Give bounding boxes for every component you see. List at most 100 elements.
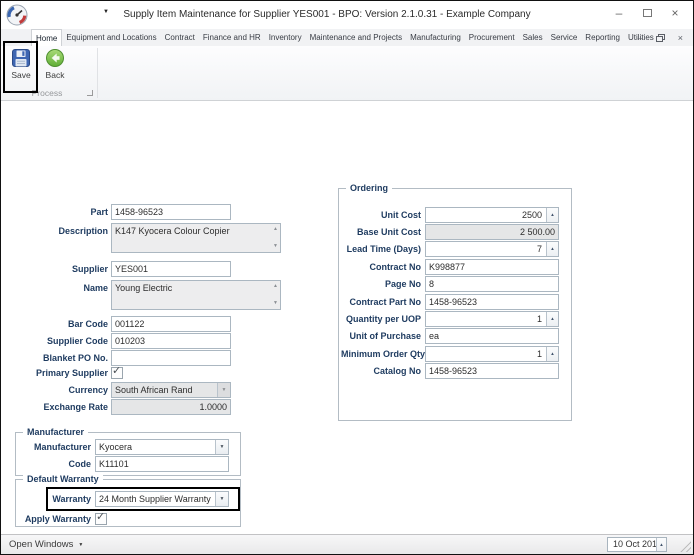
chevron-down-icon[interactable]: ▼ (217, 383, 230, 397)
apply-warranty-label: Apply Warranty (24, 514, 91, 524)
part-label: Part (90, 207, 108, 217)
form-area: Part 1458-96523 Description K147 Kyocera… (1, 101, 693, 534)
unit-of-purchase-label: Unit of Purchase (349, 331, 421, 341)
blanket-po-field[interactable] (111, 350, 231, 366)
back-button-label: Back (45, 70, 65, 80)
description-field[interactable]: K147 Kyocera Colour Copier ▲ ▼ (111, 223, 281, 253)
contract-no-field[interactable]: K998877 (425, 259, 559, 275)
tab-manufacturing[interactable]: Manufacturing (406, 29, 465, 46)
ribbon: Save Back Process (1, 46, 693, 101)
unit-cost-spinner[interactable]: 2500 ▲▼ (425, 207, 559, 223)
exchange-rate-value: 1.0000 (199, 402, 227, 412)
exchange-rate-field[interactable]: 1.0000 (111, 399, 231, 415)
open-windows-button[interactable]: Open Windows ▼ (9, 535, 83, 554)
lead-time-label: Lead Time (Days) (346, 244, 421, 254)
page-no-field[interactable]: 8 (425, 276, 559, 292)
name-field[interactable]: Young Electric ▲ ▼ (111, 280, 281, 310)
minimum-order-qty-label: Minimum Order Qty (341, 349, 426, 359)
chevron-down-icon[interactable]: ▼ (215, 440, 228, 454)
tab-contract[interactable]: Contract (161, 29, 199, 46)
name-value: Young Electric (115, 283, 173, 293)
lead-time-value: 7 (536, 244, 542, 254)
primary-supplier-checkbox[interactable]: ✓ (111, 365, 123, 379)
tab-inventory[interactable]: Inventory (265, 29, 306, 46)
quantity-per-uop-label: Quantity per UOP (345, 314, 421, 324)
quantity-per-uop-spinner[interactable]: 1 ▲▼ (425, 311, 559, 327)
supplier-code-field[interactable]: 010203 (111, 333, 231, 349)
supplier-code-value: 010203 (115, 336, 146, 346)
document-minimize-button[interactable]: – (638, 33, 643, 43)
spinner-buttons[interactable]: ▲▼ (546, 347, 558, 361)
scroll-up-icon[interactable]: ▲ (273, 284, 278, 289)
scroll-up-icon[interactable]: ▲ (273, 227, 278, 232)
tab-sales[interactable]: Sales (519, 29, 547, 46)
primary-supplier-label: Primary Supplier (35, 368, 108, 378)
currency-select[interactable]: South African Rand ▼ (111, 382, 231, 398)
manufacturer-group-title: Manufacturer (23, 426, 89, 439)
date-spinner-buttons[interactable]: ▲▼ (656, 538, 666, 551)
base-unit-cost-field[interactable]: 2 500.00 (425, 224, 559, 240)
process-group-expander[interactable] (87, 90, 93, 96)
tab-service[interactable]: Service (547, 29, 582, 46)
currency-value: South African Rand (115, 385, 193, 395)
save-button-highlight (3, 41, 38, 93)
description-label: Description (58, 226, 108, 236)
tab-procurement[interactable]: Procurement (465, 29, 519, 46)
back-arrow-icon (46, 49, 64, 67)
supplier-label: Supplier (71, 264, 108, 274)
resize-grip[interactable] (680, 541, 691, 552)
contract-part-no-field[interactable]: 1458-96523 (425, 294, 559, 310)
close-button[interactable]: × (661, 3, 689, 23)
back-button[interactable]: Back (39, 48, 71, 92)
maximize-button[interactable] (633, 3, 661, 23)
manufacturer-group: Manufacturer Manufacturer Kyocera ▼ Code… (15, 426, 241, 476)
window-title: Supply Item Maintenance for Supplier YES… (123, 9, 531, 20)
minimize-button[interactable]: – (605, 3, 633, 23)
scroll-down-icon[interactable]: ▼ (273, 301, 278, 306)
description-value: K147 Kyocera Colour Copier (115, 226, 230, 236)
manufacturer-code-field[interactable]: K11101 (95, 456, 229, 472)
status-date-field[interactable]: 10 Oct 2017 ▲▼ (607, 537, 667, 552)
ribbon-group-separator (97, 48, 98, 98)
part-field[interactable]: 1458-96523 (111, 204, 231, 220)
supplier-field[interactable]: YES001 (111, 261, 231, 277)
currency-label: Currency (68, 385, 108, 395)
catalog-no-value: 1458-96523 (429, 366, 478, 376)
apply-warranty-checkbox[interactable]: ✓ (95, 511, 107, 525)
page-no-value: 8 (429, 279, 435, 289)
part-value: 1458-96523 (115, 207, 164, 217)
ordering-group: Ordering Unit Cost 2500 ▲▼ Base Unit Cos… (338, 182, 572, 421)
manufacturer-code-label: Code (68, 459, 92, 469)
manufacturer-select[interactable]: Kyocera ▼ (95, 439, 229, 455)
bar-code-field[interactable]: 001122 (111, 316, 231, 332)
check-icon: ✓ (112, 365, 122, 377)
unit-of-purchase-field[interactable]: ea (425, 328, 559, 344)
scroll-down-icon[interactable]: ▼ (273, 244, 278, 249)
tab-reporting[interactable]: Reporting (581, 29, 624, 46)
tab-maintenance-and-projects[interactable]: Maintenance and Projects (306, 29, 407, 46)
spinner-buttons[interactable]: ▲▼ (546, 242, 558, 256)
unit-cost-label: Unit Cost (381, 210, 421, 220)
document-controls: – × (638, 29, 683, 46)
unit-cost-value: 2500 (521, 210, 542, 220)
document-restore-button[interactable] (655, 33, 665, 42)
ordering-group-title: Ordering (346, 182, 393, 195)
lead-time-spinner[interactable]: 7 ▲▼ (425, 241, 559, 257)
document-close-button[interactable]: × (678, 33, 683, 43)
bar-code-label: Bar Code (67, 319, 108, 329)
supplier-code-label: Supplier Code (46, 336, 108, 346)
contract-no-label: Contract No (369, 262, 422, 272)
window-controls: – × (605, 3, 689, 23)
spinner-buttons[interactable]: ▲▼ (546, 208, 558, 222)
tab-finance-and-hr[interactable]: Finance and HR (199, 29, 265, 46)
manufacturer-value: Kyocera (99, 442, 133, 452)
catalog-no-field[interactable]: 1458-96523 (425, 363, 559, 379)
check-icon: ✓ (96, 511, 106, 523)
tab-equipment-and-locations[interactable]: Equipment and Locations (62, 29, 160, 46)
titlebar: ▼ Supply Item Maintenance for Supplier Y… (1, 1, 693, 29)
open-windows-label: Open Windows (9, 539, 74, 550)
catalog-no-label: Catalog No (373, 366, 421, 376)
spinner-buttons[interactable]: ▲▼ (546, 312, 558, 326)
supplier-value: YES001 (115, 264, 149, 274)
minimum-order-qty-spinner[interactable]: 1 ▲▼ (425, 346, 559, 362)
